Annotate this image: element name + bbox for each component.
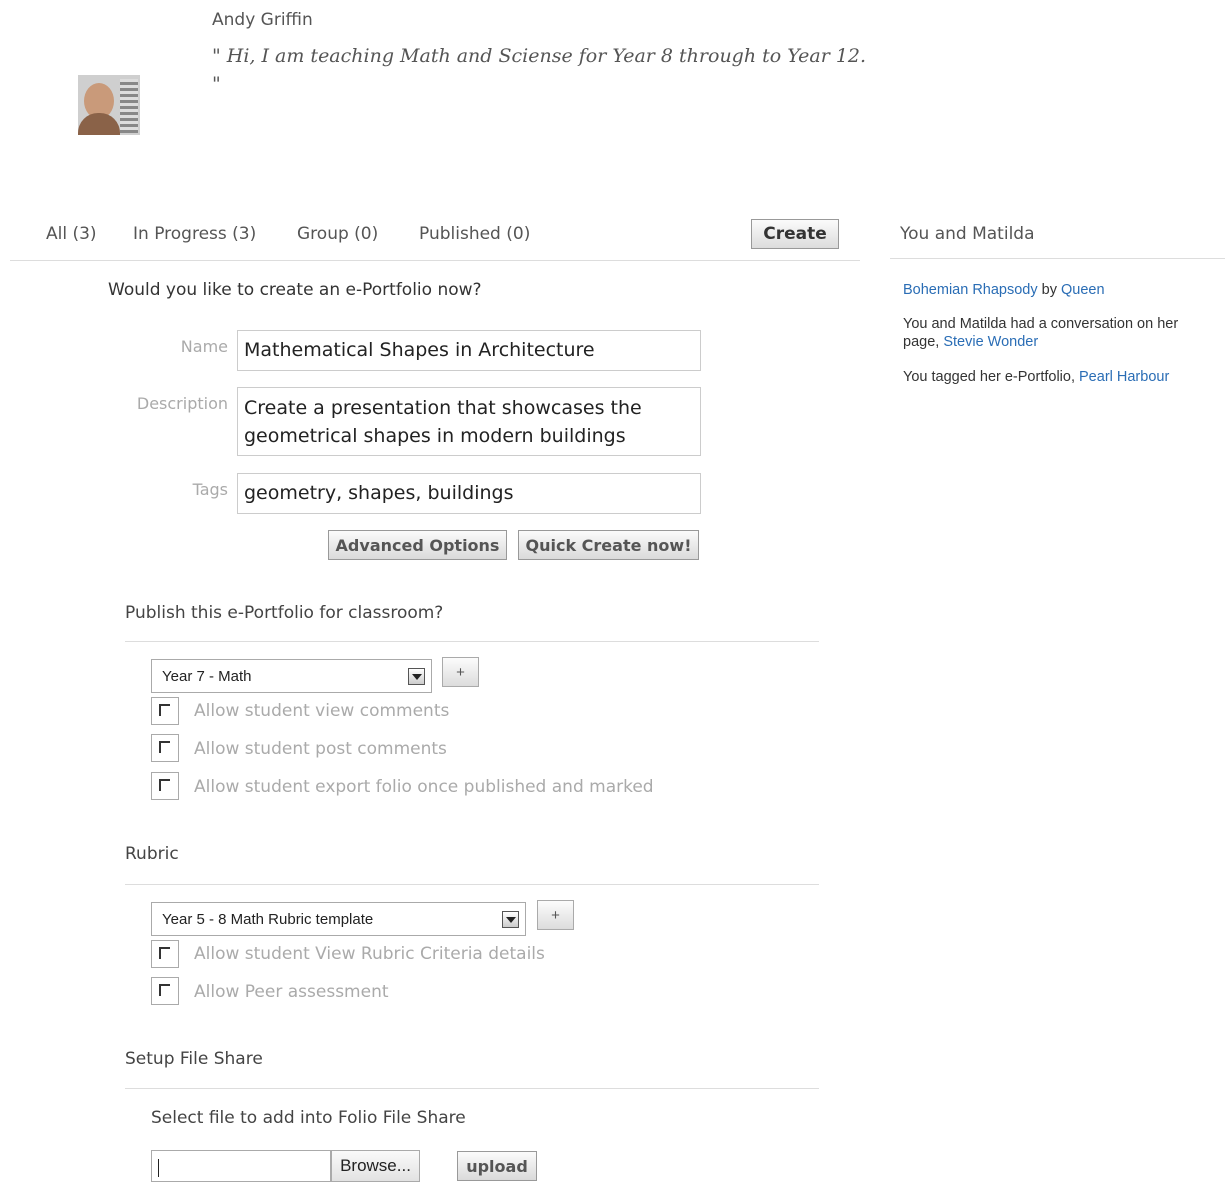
tab-group[interactable]: Group (0)	[297, 224, 378, 244]
activity-item: Bohemian Rhapsody by Queen	[903, 281, 1203, 299]
avatar[interactable]	[78, 75, 140, 135]
text-caret	[158, 1159, 159, 1177]
option-label: Allow student View Rubric Criteria detai…	[194, 944, 545, 964]
chevron-down-icon[interactable]	[408, 668, 425, 685]
activity-item: You tagged her e-Portfolio, Pearl Harbou…	[903, 368, 1203, 386]
profile-name: Andy Griffin	[212, 10, 313, 30]
artist-link[interactable]: Queen	[1061, 282, 1105, 298]
create-button[interactable]: Create	[751, 219, 839, 249]
tags-field[interactable]: geometry, shapes, buildings	[237, 473, 701, 514]
section-divider	[125, 1088, 819, 1089]
checkbox-checked-icon	[159, 741, 170, 753]
section-divider	[125, 641, 819, 642]
upload-button[interactable]: upload	[457, 1151, 537, 1181]
name-label: Name	[180, 337, 228, 356]
checkbox-peer-assessment[interactable]	[151, 977, 179, 1005]
file-share-section-title: Setup File Share	[125, 1049, 263, 1069]
song-link[interactable]: Bohemian Rhapsody	[903, 282, 1038, 298]
checkbox-view-comments[interactable]	[151, 697, 179, 725]
activity-text: You tagged her e-Portfolio,	[903, 369, 1080, 385]
option-label: Allow student post comments	[194, 739, 447, 759]
option-label: Allow student view comments	[194, 701, 450, 721]
portfolio-tabs: All (3) In Progress (3) Group (0) Publis…	[10, 218, 860, 261]
checkbox-export-folio[interactable]	[151, 772, 179, 800]
tab-all[interactable]: All (3)	[46, 224, 97, 244]
checkbox-checked-icon	[159, 704, 170, 716]
tags-label: Tags	[192, 480, 228, 499]
rubric-select[interactable]: Year 5 - 8 Math Rubric template	[151, 902, 526, 936]
create-question: Would you like to create an e-Portfolio …	[108, 280, 482, 300]
option-label: Allow student export folio once publishe…	[194, 777, 654, 797]
rubric-section-title: Rubric	[125, 844, 179, 864]
activity-item: You and Matilda had a conversation on he…	[903, 315, 1203, 351]
profile-quote-line: " Hi, I am teaching Math and Sciense for…	[212, 45, 867, 67]
checkbox-checked-icon	[159, 947, 170, 959]
publish-section-title: Publish this e-Portfolio for classroom?	[125, 603, 444, 623]
activity-text: by	[1037, 282, 1061, 298]
avatar-background	[120, 79, 138, 133]
checkbox-checked-icon	[159, 779, 170, 791]
checkbox-post-comments[interactable]	[151, 734, 179, 762]
option-label: Allow Peer assessment	[194, 982, 389, 1002]
avatar-body	[78, 113, 120, 135]
tab-in-progress[interactable]: In Progress (3)	[133, 224, 256, 244]
description-field[interactable]: Create a presentation that showcases the…	[237, 387, 701, 456]
chevron-down-icon[interactable]	[502, 911, 519, 928]
profile-quote: " Hi, I am teaching Math and Sciense for…	[212, 42, 872, 98]
browse-button[interactable]: Browse...	[331, 1150, 420, 1182]
description-label: Description	[136, 394, 228, 413]
checkbox-checked-icon	[159, 984, 170, 996]
section-divider	[125, 884, 819, 885]
tab-published[interactable]: Published (0)	[419, 224, 530, 244]
file-share-label: Select file to add into Folio File Share	[151, 1108, 466, 1128]
classroom-select[interactable]: Year 7 - Math	[151, 659, 432, 693]
classroom-select-value: Year 7 - Math	[162, 668, 252, 685]
conversation-link[interactable]: Stevie Wonder	[943, 334, 1038, 350]
add-rubric-button[interactable]: +	[537, 900, 574, 930]
add-classroom-button[interactable]: +	[442, 657, 479, 687]
advanced-options-button[interactable]: Advanced Options	[328, 530, 507, 560]
quick-create-button[interactable]: Quick Create now!	[518, 530, 699, 560]
portfolio-link[interactable]: Pearl Harbour	[1079, 369, 1169, 385]
file-path-input[interactable]	[151, 1150, 331, 1182]
profile-quote-line: "	[212, 73, 221, 95]
rubric-select-value: Year 5 - 8 Math Rubric template	[162, 911, 374, 928]
sidebar-divider	[890, 258, 1225, 259]
name-field[interactable]: Mathematical Shapes in Architecture	[237, 330, 701, 371]
checkbox-rubric-criteria[interactable]	[151, 940, 179, 968]
sidebar-title: You and Matilda	[900, 224, 1035, 244]
